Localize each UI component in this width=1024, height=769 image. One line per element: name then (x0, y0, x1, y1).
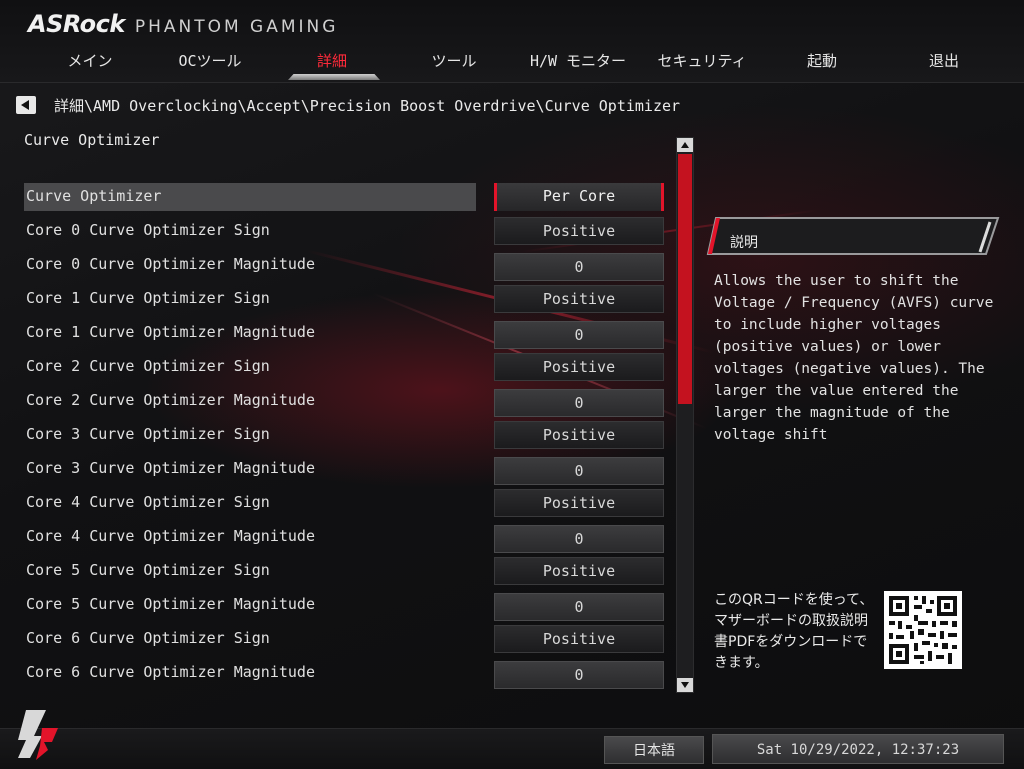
setting-row[interactable]: Core 2 Curve Optimizer Magnitude 0 (24, 387, 669, 417)
qr-code-icon (884, 591, 962, 669)
setting-label: Core 0 Curve Optimizer Sign (26, 221, 270, 239)
magnitude-input[interactable]: 0 (494, 457, 664, 485)
setting-row[interactable]: Core 2 Curve Optimizer Sign Positive (24, 353, 669, 381)
setting-row[interactable]: Core 1 Curve Optimizer Magnitude 0 (24, 319, 669, 349)
tab-hw-monitor[interactable]: H/W モニター (518, 46, 638, 78)
up-arrow-icon (681, 142, 689, 148)
description-text: Allows the user to shift the Voltage / F… (714, 273, 994, 443)
scrollbar-thumb[interactable] (678, 154, 692, 404)
setting-label: Core 3 Curve Optimizer Sign (26, 425, 270, 443)
sign-dropdown[interactable]: Positive (494, 625, 664, 653)
left-arrow-icon (21, 100, 29, 110)
sign-dropdown[interactable]: Positive (494, 353, 664, 381)
scroll-down-button[interactable] (677, 678, 693, 692)
setting-label: Core 3 Curve Optimizer Magnitude (26, 459, 315, 477)
tab-boot[interactable]: 起動 (772, 46, 872, 78)
magnitude-input[interactable]: 0 (494, 389, 664, 417)
magnitude-input[interactable]: 0 (494, 253, 664, 281)
back-button[interactable] (16, 96, 36, 114)
setting-row[interactable]: Core 4 Curve Optimizer Sign Positive (24, 489, 669, 517)
tab-tools[interactable]: ツール (404, 46, 504, 78)
magnitude-input[interactable]: 0 (494, 525, 664, 553)
page-title: Curve Optimizer (24, 131, 160, 149)
setting-label: Curve Optimizer (26, 187, 162, 205)
setting-row[interactable]: Curve Optimizer Per Core (24, 183, 669, 211)
phantom-gaming-logo-icon (18, 710, 58, 760)
language-button[interactable]: 日本語 (604, 736, 704, 764)
logo-brand-text: ASRock (28, 10, 125, 38)
tab-main[interactable]: メイン (40, 46, 140, 78)
setting-row[interactable]: Core 6 Curve Optimizer Sign Positive (24, 625, 669, 653)
magnitude-input[interactable]: 0 (494, 593, 664, 621)
setting-label: Core 4 Curve Optimizer Magnitude (26, 527, 315, 545)
setting-label: Core 4 Curve Optimizer Sign (26, 493, 270, 511)
setting-label: Core 1 Curve Optimizer Sign (26, 289, 270, 307)
magnitude-input[interactable]: 0 (494, 661, 664, 689)
asrock-logo: ASRock PHANTOM GAMING (28, 10, 338, 40)
tab-security[interactable]: セキュリティ (644, 46, 760, 78)
sign-dropdown[interactable]: Positive (494, 489, 664, 517)
setting-label: Core 0 Curve Optimizer Magnitude (26, 255, 315, 273)
sign-dropdown[interactable]: Positive (494, 421, 664, 449)
tab-oc-tools[interactable]: OCツール (160, 46, 260, 78)
setting-label: Core 5 Curve Optimizer Magnitude (26, 595, 315, 613)
tab-exit[interactable]: 退出 (894, 46, 994, 78)
setting-row[interactable]: Core 5 Curve Optimizer Magnitude 0 (24, 591, 669, 621)
active-tab-indicator (288, 74, 380, 80)
setting-row[interactable]: Core 3 Curve Optimizer Magnitude 0 (24, 455, 669, 485)
setting-label: Core 6 Curve Optimizer Magnitude (26, 663, 315, 681)
datetime-display: Sat 10/29/2022, 12:37:23 (712, 734, 1004, 764)
setting-label: Core 2 Curve Optimizer Magnitude (26, 391, 315, 409)
setting-label: Core 2 Curve Optimizer Sign (26, 357, 270, 375)
setting-row[interactable]: Core 6 Curve Optimizer Magnitude 0 (24, 659, 669, 689)
setting-row[interactable]: Core 0 Curve Optimizer Magnitude 0 (24, 251, 669, 281)
qr-code-caption: このQRコードを使って、マザーボードの取扱説明書PDFをダウンロードできます。 (714, 592, 874, 671)
main-tab-bar: メイン OCツール 詳細 ツール H/W モニター セキュリティ 起動 退出 (30, 46, 1024, 82)
setting-row[interactable]: Core 1 Curve Optimizer Sign Positive (24, 285, 669, 313)
setting-row[interactable]: Core 4 Curve Optimizer Magnitude 0 (24, 523, 669, 553)
tab-advanced[interactable]: 詳細 (282, 46, 382, 78)
logo-subtitle-text: PHANTOM GAMING (134, 17, 339, 37)
description-title: 説明 (730, 235, 758, 251)
setting-row[interactable]: Core 5 Curve Optimizer Sign Positive (24, 557, 669, 585)
curve-optimizer-dropdown[interactable]: Per Core (494, 183, 664, 211)
setting-row[interactable]: Core 3 Curve Optimizer Sign Positive (24, 421, 669, 449)
setting-label: Core 5 Curve Optimizer Sign (26, 561, 270, 579)
scroll-up-button[interactable] (677, 138, 693, 152)
setting-row[interactable]: Core 0 Curve Optimizer Sign Positive (24, 217, 669, 245)
magnitude-input[interactable]: 0 (494, 321, 664, 349)
sign-dropdown[interactable]: Positive (494, 217, 664, 245)
sign-dropdown[interactable]: Positive (494, 285, 664, 313)
setting-label: Core 1 Curve Optimizer Magnitude (26, 323, 315, 341)
breadcrumb: 詳細\AMD Overclocking\Accept\Precision Boo… (54, 97, 681, 115)
sign-dropdown[interactable]: Positive (494, 557, 664, 585)
down-arrow-icon (681, 682, 689, 688)
setting-label: Core 6 Curve Optimizer Sign (26, 629, 270, 647)
